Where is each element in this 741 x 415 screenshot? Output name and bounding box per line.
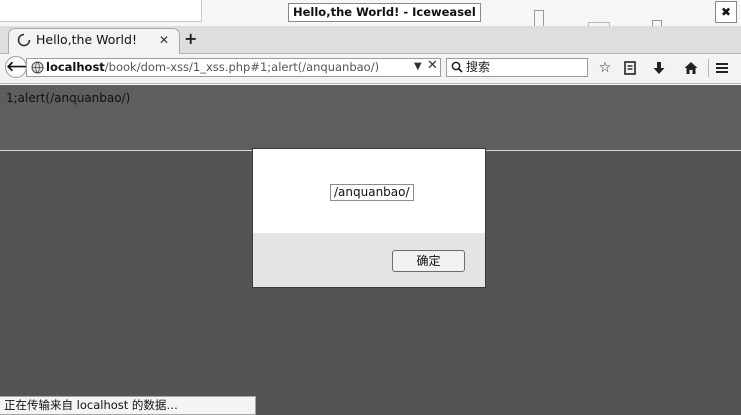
loading-spinner-icon	[17, 33, 31, 47]
status-text: 正在传输来自 localhost 的数据…	[0, 396, 256, 415]
window-close-button[interactable]: ✖	[715, 1, 737, 23]
reading-list-icon[interactable]	[622, 60, 638, 76]
globe-icon[interactable]	[31, 61, 44, 74]
tab-title: Hello,the World!	[36, 32, 137, 47]
hamburger-menu-icon[interactable]	[714, 60, 730, 76]
search-input[interactable]	[466, 59, 584, 75]
search-icon[interactable]	[451, 61, 463, 73]
page-output-text: 1;alert(/anquanbao/)	[6, 91, 131, 105]
window-title: Hello,the World! - Iceweasel	[288, 3, 481, 22]
download-arrow-icon[interactable]	[651, 60, 667, 76]
tab-close-icon[interactable]: ✕	[159, 32, 169, 48]
chevron-down-icon[interactable]: ▼	[414, 60, 422, 74]
stop-close-icon[interactable]: ✕	[427, 58, 438, 74]
url-path: /book/dom-xss/1_xss.php#1;alert(/anquanb…	[104, 60, 380, 74]
toolbar-separator	[708, 59, 709, 77]
alert-ok-button[interactable]: 确定	[392, 250, 465, 272]
home-icon[interactable]	[683, 60, 699, 76]
back-button[interactable]: 🡐	[5, 56, 44, 78]
url-host: localhost	[46, 60, 105, 74]
bookmark-star-icon[interactable]: ☆	[597, 60, 613, 76]
new-tab-button[interactable]: +	[184, 30, 197, 48]
titlebar-left-panel	[0, 0, 202, 22]
alert-message: /anquanbao/	[330, 184, 414, 201]
url-text[interactable]: localhost/book/dom-xss/1_xss.php#1;alert…	[46, 60, 379, 74]
